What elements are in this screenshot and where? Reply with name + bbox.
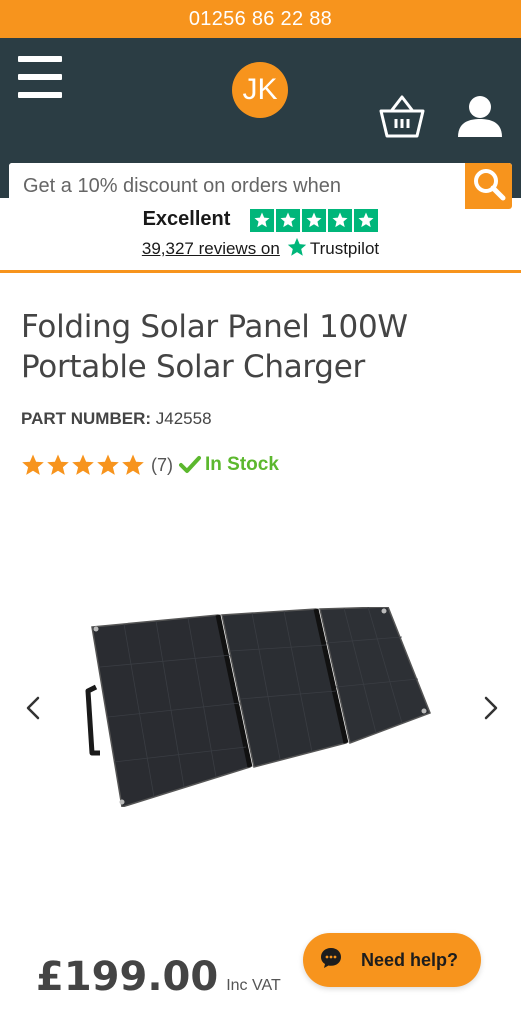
chat-bubble-icon [319,946,343,975]
basket-icon[interactable] [378,94,426,140]
stock-status: In Stock [179,454,279,476]
star-icon [22,454,44,475]
trustpilot-stars [250,207,379,232]
search-bar [9,163,512,209]
search-icon [472,167,506,206]
product-title: Folding Solar Panel 100W Portable Solar … [21,307,500,387]
star-icon [302,207,327,232]
phone-bar: 01256 86 22 88 [0,0,521,38]
star-icon [354,207,379,232]
star-icon [97,454,119,475]
star-icon [122,454,144,475]
product-rating-stars[interactable] [21,453,145,477]
price-vat-label: Inc VAT [226,977,281,994]
review-count[interactable]: (7) [151,455,173,476]
part-number-value: J42558 [155,409,212,428]
trustpilot-rating-word: Excellent [142,208,231,230]
rating-row: (7) In Stock [21,453,500,477]
product-title-line2: Portable Solar Charger [21,349,365,385]
star-icon [250,207,275,232]
part-number: PART NUMBER: J42558 [21,409,500,429]
need-help-label: Need help? [361,949,459,970]
product-image[interactable] [84,606,434,812]
user-icon[interactable] [456,93,504,141]
star-icon [47,454,69,475]
checkmark-icon [179,456,201,473]
hamburger-menu-icon[interactable] [18,56,62,98]
part-number-label: PART NUMBER: [21,409,152,428]
site-header: JK [0,38,521,209]
trustpilot-brand: Trustpilot [286,236,379,263]
stock-status-label: In Stock [205,454,279,475]
search-button[interactable] [465,163,512,209]
need-help-button[interactable]: Need help? [303,933,481,987]
product-image-gallery [0,497,521,877]
price-row: £199.00 Inc VAT [36,954,281,1000]
star-icon [72,454,94,475]
site-logo[interactable]: JK [232,62,288,118]
trustpilot-reviews-link[interactable]: 39,327 reviews on [142,239,280,259]
phone-link[interactable]: 01256 86 22 88 [189,8,332,31]
chevron-right-icon[interactable] [476,693,506,723]
trustpilot-brand-label: Trustpilot [309,239,380,258]
product-info: Folding Solar Panel 100W Portable Solar … [0,307,521,477]
product-title-line1: Folding Solar Panel 100W [21,309,408,345]
star-icon [328,207,353,232]
product-price: £199.00 [36,954,219,1000]
chevron-left-icon[interactable] [18,693,48,723]
trustpilot-widget: Excellent 39,327 reviews on Trustpilot [0,198,521,273]
search-input[interactable] [9,163,465,209]
trustpilot-star-icon [286,236,308,263]
star-icon [276,207,301,232]
